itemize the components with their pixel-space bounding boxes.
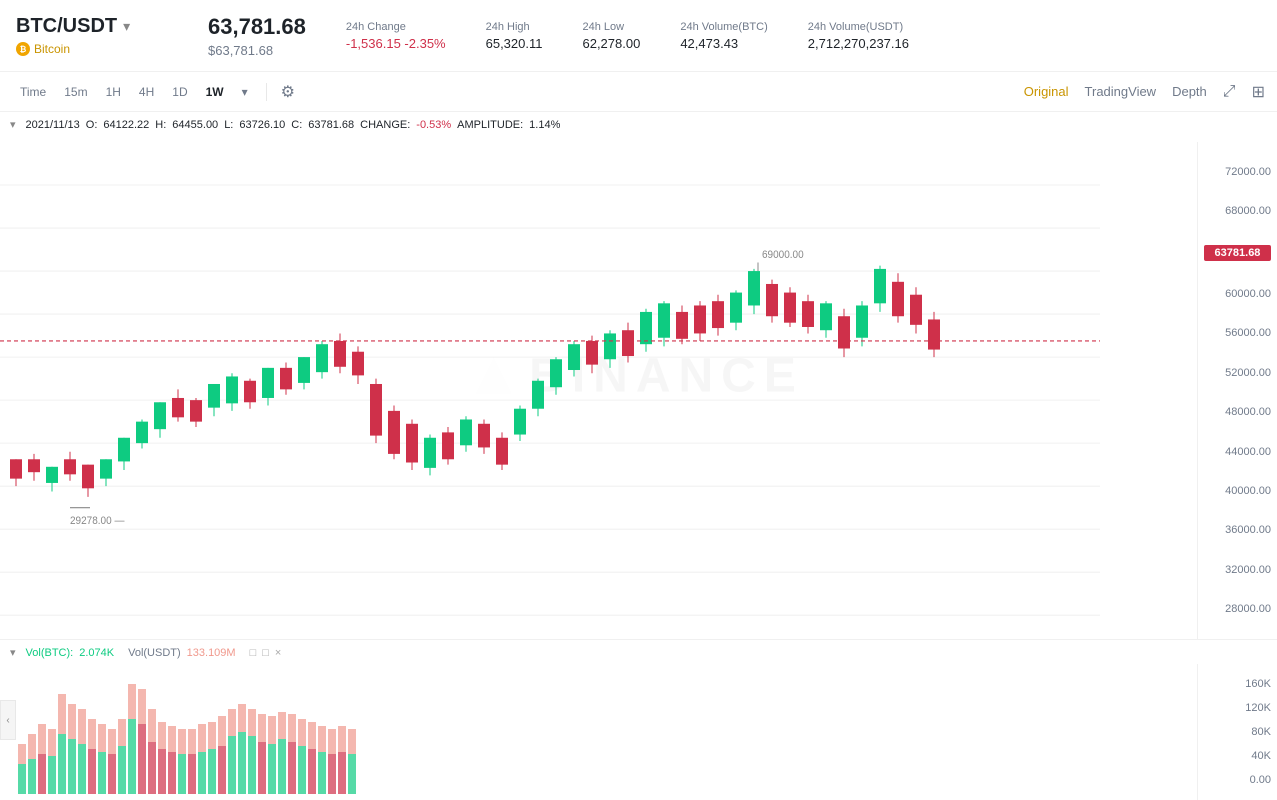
stat-vol-btc-value: 42,473.43 [680,36,767,51]
candle-area: ▾ 2021/11/13 O: 64122.22 H: 64455.00 L: … [0,112,1277,640]
vol-scale-160k: 160K [1204,678,1271,690]
candle-amplitude-label: AMPLITUDE: [457,119,523,131]
candle-close-label: C: [291,119,302,131]
price-label-68k: 68000.00 [1204,205,1271,217]
price-label-72k: 72000.00 [1204,166,1271,178]
tab-tradingview[interactable]: TradingView [1085,84,1157,99]
vol-scale-40k: 40K [1204,750,1271,762]
tab-4h[interactable]: 4H [131,81,162,103]
price-label-48k: 48000.00 [1204,406,1271,418]
time-tabs: Time 15m 1H 4H 1D 1W ▾ ⚙ [12,81,295,103]
candle-close: 63781.68 [308,119,354,131]
price-main: 63,781.68 [208,14,306,40]
vol-scale: 160K 120K 80K 40K 0.00 [1197,664,1277,800]
tab-time[interactable]: Time [12,81,54,103]
svg-text:29278.00 —: 29278.00 — [70,516,125,527]
volume-bars [18,684,356,794]
candle-low-label: L: [224,119,233,131]
price-label-52k: 52000.00 [1204,367,1271,379]
vol-toggle[interactable]: ▾ [10,646,16,659]
stat-vol-usdt-label: 24h Volume(USDT) [808,21,909,33]
header: BTC/USDT ▾ ₿ Bitcoin 63,781.68 $63,781.6… [0,0,1277,72]
volume-chart-svg: 07/01 08/01 09/01 10/01 11/01 [16,664,1213,800]
stat-vol-btc: 24h Volume(BTC) 42,473.43 [672,21,775,51]
left-expand-arrow[interactable]: ‹ [0,700,16,740]
vol-scale-0: 0.00 [1204,774,1271,786]
stat-low-label: 24h Low [582,21,640,33]
stat-low: 24h Low 62,278.00 [574,21,648,51]
toolbar-right: Original TradingView Depth ⤢ ⊞ [1024,82,1265,102]
candle-group: 29278.00 — [10,250,940,527]
price-label-28k: 28000.00 [1204,603,1271,615]
vol-btc-label: Vol(BTC): [26,647,74,659]
coin-icon: ₿ [16,42,30,56]
tab-1d[interactable]: 1D [164,81,195,103]
price-label-40k: 40000.00 [1204,485,1271,497]
vol-scale-80k: 80K [1204,726,1271,738]
price-usd: $63,781.68 [208,43,306,58]
svg-text:69000.00: 69000.00 [762,250,804,261]
vol-icon-2[interactable]: □ [262,647,269,659]
price-label-56k: 56000.00 [1204,327,1271,339]
coin-link[interactable]: ₿ Bitcoin [16,42,176,56]
candle-low: 63726.10 [239,119,285,131]
vol-usdt-value: 133.109M [187,647,236,659]
price-group: 63,781.68 $63,781.68 [200,14,314,58]
chart-toolbar: Time 15m 1H 4H 1D 1W ▾ ⚙ Original Tradin… [0,72,1277,112]
chart-container: ▾ 2021/11/13 O: 64122.22 H: 64455.00 L: … [0,112,1277,800]
candle-open-label: O: [86,119,98,131]
price-label-36k: 36000.00 [1204,524,1271,536]
stat-change-value: -1,536.15 -2.35% [346,36,446,51]
tab-1w[interactable]: 1W [198,81,232,103]
pair-title: BTC/USDT ▾ [16,15,176,38]
candle-open: 64122.22 [103,119,149,131]
expand-icon[interactable]: ⤢ [1223,83,1236,101]
tab-original[interactable]: Original [1024,84,1069,99]
vol-info-bar: ▾ Vol(BTC): 2.074K Vol(USDT) 133.109M □ … [10,646,281,659]
stat-change: 24h Change -1,536.15 -2.35% [338,21,454,51]
stat-high-value: 65,320.11 [486,36,543,51]
candle-toggle[interactable]: ▾ [10,118,16,131]
tab-depth[interactable]: Depth [1172,84,1207,99]
toolbar-separator [266,83,267,101]
pair-name: BTC/USDT [16,15,117,38]
vol-icon-1[interactable]: □ [250,647,257,659]
price-label-60k: 60000.00 [1204,288,1271,300]
price-label-44k: 44000.00 [1204,446,1271,458]
current-price-badge: 63781.68 [1204,245,1271,261]
vol-scale-120k: 120K [1204,702,1271,714]
candle-chart-svg: 29278.00 — [0,142,1197,640]
layout-icon[interactable]: ⊞ [1252,82,1265,102]
coin-name: Bitcoin [34,42,70,56]
stat-high-label: 24h High [486,21,543,33]
stat-high: 24h High 65,320.11 [478,21,551,51]
stat-vol-usdt-value: 2,712,270,237.16 [808,36,909,51]
candle-info-bar: ▾ 2021/11/13 O: 64122.22 H: 64455.00 L: … [10,118,560,131]
pair-info: BTC/USDT ▾ ₿ Bitcoin [16,15,176,56]
stat-vol-btc-label: 24h Volume(BTC) [680,21,767,33]
vol-btc-value: 2.074K [79,647,114,659]
candle-change-label: CHANGE: [360,119,410,131]
tab-1h[interactable]: 1H [98,81,129,103]
tab-more-icon[interactable]: ▾ [234,81,256,103]
stat-vol-usdt: 24h Volume(USDT) 2,712,270,237.16 [800,21,917,51]
pair-dropdown-icon[interactable]: ▾ [123,18,130,35]
stat-change-label: 24h Change [346,21,446,33]
tab-15m[interactable]: 15m [56,81,95,103]
candle-change: -0.53% [416,119,451,131]
settings-icon[interactable]: ⚙ [281,82,295,102]
price-scale: 72000.00 68000.00 63781.68 60000.00 5600… [1197,142,1277,639]
candle-high-label: H: [155,119,166,131]
volume-area: ▾ Vol(BTC): 2.074K Vol(USDT) 133.109M □ … [0,640,1277,800]
stat-low-value: 62,278.00 [582,36,640,51]
vol-usdt-label: Vol(USDT) [128,647,181,659]
vol-icon-3[interactable]: × [275,647,281,659]
candle-date: 2021/11/13 [26,119,80,131]
price-label-32k: 32000.00 [1204,564,1271,576]
candle-high: 64455.00 [172,119,218,131]
candle-amplitude: 1.14% [529,119,560,131]
